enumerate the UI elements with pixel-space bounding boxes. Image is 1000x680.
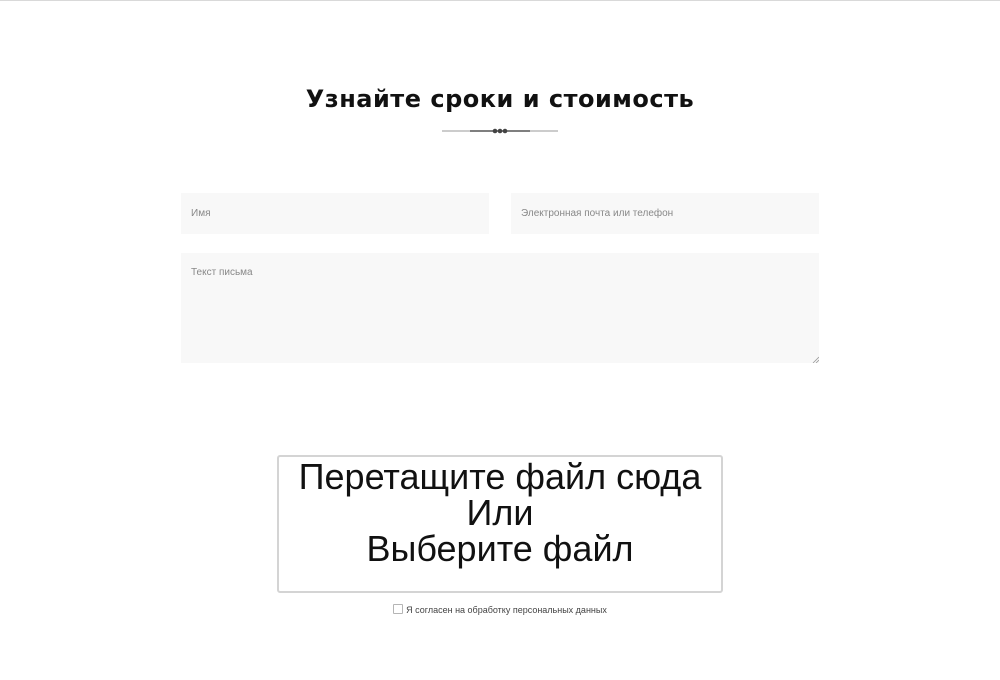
consent-label[interactable]: Я согласен на обработку персональных дан… [406,605,607,615]
dropzone-or-text: Или [466,492,534,533]
form-title: Узнайте сроки и стоимость [305,85,695,113]
consent-row: Я согласен на обработку персональных дан… [0,604,1000,615]
message-textarea[interactable] [181,253,819,363]
resize-grip-icon[interactable] [812,356,819,363]
contact-input[interactable] [511,193,819,234]
consent-checkbox[interactable] [393,604,404,614]
contact-form-page: Узнайте сроки и стоимость Перетащите фай… [0,0,1000,680]
choose-file-link[interactable]: Выберите файл [279,531,721,567]
name-input[interactable] [181,193,489,234]
dropzone-drag-text: Перетащите файл сюда [298,456,702,497]
title-divider-ornament [442,128,558,134]
file-dropzone[interactable]: Перетащите файл сюда Или Выберите файл [277,455,723,593]
